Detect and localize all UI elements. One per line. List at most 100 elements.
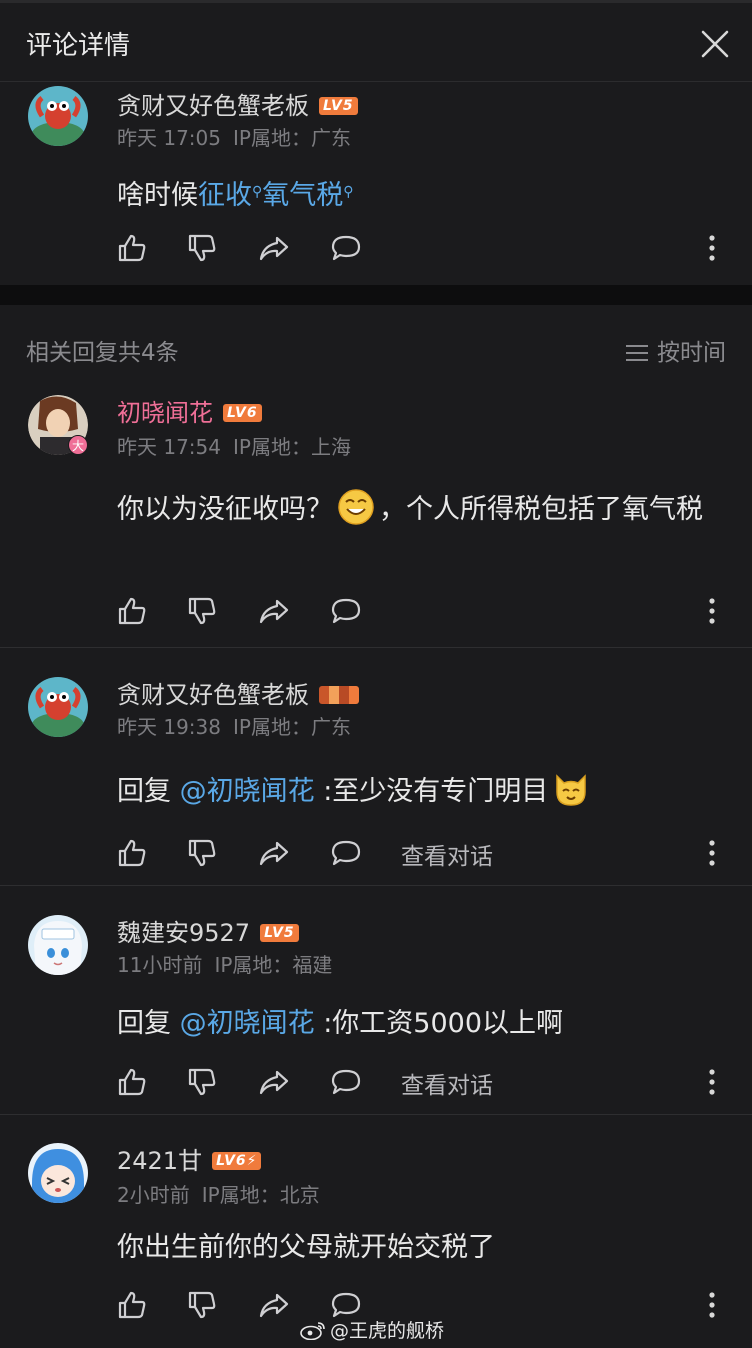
share-icon[interactable]: [258, 1289, 290, 1321]
username[interactable]: 贪财又好色蟹老板 LV5: [117, 86, 358, 121]
comment-meta: 昨天 19:38 IP属地：广东: [117, 711, 363, 740]
avatar[interactable]: [28, 915, 88, 975]
more-icon[interactable]: [704, 232, 720, 264]
comment-ip: IP属地：北京: [201, 1183, 320, 1207]
comment-text: 回复 @初晓闻花 :你工资5000以上啊: [117, 1004, 717, 1044]
text-plain: ，个人所得税包括了氧气税: [379, 494, 703, 525]
dislike-icon[interactable]: [186, 232, 218, 264]
cat-emoji-icon: [556, 774, 587, 806]
comment-meta: 昨天 17:05 IP属地：广东: [117, 122, 363, 151]
comment-ip: IP属地：广东: [233, 715, 351, 739]
smile-emoji-icon: [338, 489, 374, 525]
comment-time: 11小时前: [117, 953, 203, 977]
weibo-logo-icon: [300, 1322, 325, 1340]
reply-icon[interactable]: [330, 232, 362, 264]
like-icon[interactable]: [116, 1066, 148, 1098]
view-conversation-link[interactable]: 查看对话: [401, 837, 493, 871]
main-comment: 贪财又好色蟹老板 LV5 昨天 17:05 IP属地：广东 啥时候征收⚲氧气税⚲: [0, 82, 752, 285]
text-plain: 啥时候: [117, 180, 198, 211]
level-badge: LV6: [223, 404, 262, 422]
comment-meta: 11小时前 IP属地：福建: [117, 949, 344, 978]
more-icon[interactable]: [704, 1066, 720, 1098]
username[interactable]: 初晓闻花 LV6: [117, 393, 262, 428]
comment-ip: IP属地：广东: [233, 126, 351, 150]
share-icon[interactable]: [258, 595, 290, 627]
view-conversation-link[interactable]: 查看对话: [401, 1066, 493, 1100]
comment-actions: 查看对话: [116, 1066, 736, 1100]
top-bar: 评论详情: [0, 0, 752, 82]
share-icon[interactable]: [258, 232, 290, 264]
dislike-icon[interactable]: [186, 837, 218, 869]
comment-ip: IP属地：福建: [214, 953, 333, 977]
comment-text: 你以为没征收吗？ ，个人所得税包括了氧气税: [117, 488, 717, 530]
comment-text: 啥时候征收⚲氧气税⚲: [117, 172, 717, 216]
section-gap: [0, 285, 752, 305]
reply-icon[interactable]: [330, 1066, 362, 1098]
dislike-icon[interactable]: [186, 1066, 218, 1098]
comment-actions: [116, 595, 736, 629]
search-icon[interactable]: ⚲: [252, 184, 262, 200]
username[interactable]: 魏建安9527 LV5: [117, 913, 299, 948]
page-title: 评论详情: [26, 31, 131, 61]
like-icon[interactable]: [116, 595, 148, 627]
sort-button[interactable]: 按时间: [625, 333, 726, 367]
avatar[interactable]: [28, 677, 88, 737]
comment-meta: 2小时前 IP属地：北京: [117, 1179, 332, 1208]
comment-time: 昨天 17:05: [117, 126, 221, 150]
text-plain: 你出生前你的父母就开始交税了: [117, 1232, 495, 1263]
more-icon[interactable]: [704, 1289, 720, 1321]
divider: [0, 1114, 752, 1115]
share-icon[interactable]: [258, 837, 290, 869]
verified-badge: 大: [68, 435, 88, 455]
comment-time: 2小时前: [117, 1183, 190, 1207]
text-plain: :你工资5000以上啊: [323, 1008, 563, 1039]
text-plain: 你以为没征收吗？: [117, 494, 333, 525]
level-badge: LV5: [260, 924, 299, 942]
comment-actions: 查看对话: [116, 837, 736, 871]
search-icon[interactable]: ⚲: [343, 184, 353, 200]
mention-link[interactable]: @初晓闻花: [180, 1008, 315, 1039]
reply-prefix: 回复: [117, 1008, 171, 1039]
reply-prefix: 回复: [117, 776, 171, 807]
username-text[interactable]: 2421甘: [117, 1147, 202, 1175]
like-icon[interactable]: [116, 837, 148, 869]
username-text[interactable]: 贪财又好色蟹老板: [117, 681, 309, 709]
level-badge-mosaic: [319, 686, 359, 704]
username[interactable]: 贪财又好色蟹老板: [117, 675, 359, 710]
username[interactable]: 2421甘 LV6⚡: [117, 1141, 262, 1176]
reply-icon[interactable]: [330, 837, 362, 869]
divider: [0, 885, 752, 886]
comment-actions: [116, 232, 736, 266]
divider: [0, 647, 752, 648]
comment-ip: IP属地：上海: [233, 435, 351, 459]
username-text[interactable]: 魏建安9527: [117, 919, 250, 947]
comment-text: 你出生前你的父母就开始交税了: [117, 1228, 717, 1268]
like-icon[interactable]: [116, 232, 148, 264]
avatar[interactable]: 大: [28, 395, 88, 455]
username-text[interactable]: 贪财又好色蟹老板: [117, 92, 309, 120]
search-keyword-link[interactable]: 氧气税: [262, 180, 343, 211]
replies-section: 相关回复共4条 按时间 大 初晓闻花 LV6 昨天 17:54 IP属地：上海 你: [0, 305, 752, 1348]
search-keyword-link[interactable]: 征收: [198, 180, 252, 211]
comment-time: 昨天 19:38: [117, 715, 221, 739]
reply-icon[interactable]: [330, 595, 362, 627]
username-text[interactable]: 初晓闻花: [117, 399, 213, 427]
share-icon[interactable]: [258, 1066, 290, 1098]
sort-icon: [626, 345, 648, 361]
sort-label: 按时间: [657, 340, 726, 366]
comment-time: 昨天 17:54: [117, 435, 221, 459]
avatar[interactable]: [28, 86, 88, 146]
more-icon[interactable]: [704, 595, 720, 627]
like-icon[interactable]: [116, 1289, 148, 1321]
mention-link[interactable]: @初晓闻花: [180, 776, 315, 807]
level-badge: LV6⚡: [212, 1152, 262, 1170]
dislike-icon[interactable]: [186, 595, 218, 627]
replies-count: 相关回复共4条: [26, 340, 179, 366]
more-icon[interactable]: [704, 837, 720, 869]
avatar[interactable]: [28, 1143, 88, 1203]
comment-meta: 昨天 17:54 IP属地：上海: [117, 431, 363, 460]
level-badge: LV5: [319, 97, 358, 115]
dislike-icon[interactable]: [186, 1289, 218, 1321]
comment-text: 回复 @初晓闻花 :至少没有专门明目: [117, 770, 717, 812]
close-icon[interactable]: [700, 29, 730, 59]
